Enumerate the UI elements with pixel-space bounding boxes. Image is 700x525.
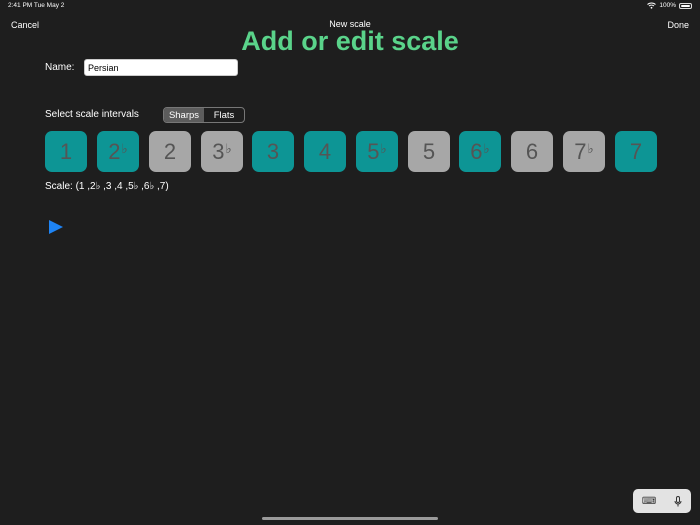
interval-accidental: ♭ xyxy=(121,140,128,156)
name-input[interactable] xyxy=(84,59,238,76)
interval-number: 7 xyxy=(629,138,643,164)
scale-summary: Scale: (1 ,2♭ ,3 ,4 ,5♭ ,6♭ ,7) xyxy=(45,181,169,192)
interval-number: 6 xyxy=(470,138,483,164)
name-label: Name: xyxy=(45,62,75,73)
interval-button[interactable]: 6 ♭ xyxy=(459,131,501,172)
interval-number: 3 xyxy=(266,138,280,164)
interval-button[interactable]: 7 xyxy=(615,131,657,172)
interval-button[interactable]: 3 ♭ xyxy=(201,131,243,172)
interval-number: 7 xyxy=(574,138,587,164)
interval-number: 5 xyxy=(422,138,436,164)
flats-segment[interactable]: Flats xyxy=(204,108,244,122)
microphone-icon[interactable] xyxy=(674,495,682,507)
interval-accidental: ♭ xyxy=(483,140,490,156)
keyboard-toolbar: ⌨ xyxy=(633,489,691,513)
battery-percent: 100% xyxy=(659,2,676,9)
interval-button[interactable]: 3 xyxy=(252,131,294,172)
wifi-icon xyxy=(647,2,657,9)
sharps-segment[interactable]: Sharps xyxy=(164,108,204,122)
interval-button[interactable]: 6 xyxy=(511,131,553,172)
intervals-label: Select scale intervals xyxy=(45,109,139,120)
battery-icon xyxy=(679,2,692,9)
interval-accidental: ♭ xyxy=(587,140,594,156)
interval-button[interactable]: 7 ♭ xyxy=(563,131,605,172)
interval-accidental: ♭ xyxy=(380,140,387,156)
interval-button[interactable]: 4 xyxy=(304,131,346,172)
interval-button[interactable]: 2 ♭ xyxy=(97,131,139,172)
status-time-date: 2:41 PM Tue May 2 xyxy=(8,2,65,9)
home-indicator xyxy=(262,517,438,520)
interval-number: 2 xyxy=(108,138,121,164)
interval-number: 3 xyxy=(212,138,225,164)
interval-accidental: ♭ xyxy=(225,140,232,156)
interval-button[interactable]: 5 xyxy=(408,131,450,172)
interval-number: 5 xyxy=(367,138,380,164)
keyboard-icon[interactable]: ⌨ xyxy=(642,496,656,507)
interval-button[interactable]: 1 xyxy=(45,131,87,172)
interval-number: 1 xyxy=(59,138,73,164)
page-title: Add or edit scale xyxy=(241,26,459,56)
interval-number: 2 xyxy=(163,138,177,164)
interval-button[interactable]: 5 ♭ xyxy=(356,131,398,172)
interval-number: 4 xyxy=(318,138,332,164)
play-icon[interactable] xyxy=(49,220,63,234)
accidental-segmented-control: Sharps Flats xyxy=(163,107,245,123)
interval-number: 6 xyxy=(525,138,539,164)
interval-button[interactable]: 2 xyxy=(149,131,191,172)
status-indicators: 100% xyxy=(647,2,692,9)
